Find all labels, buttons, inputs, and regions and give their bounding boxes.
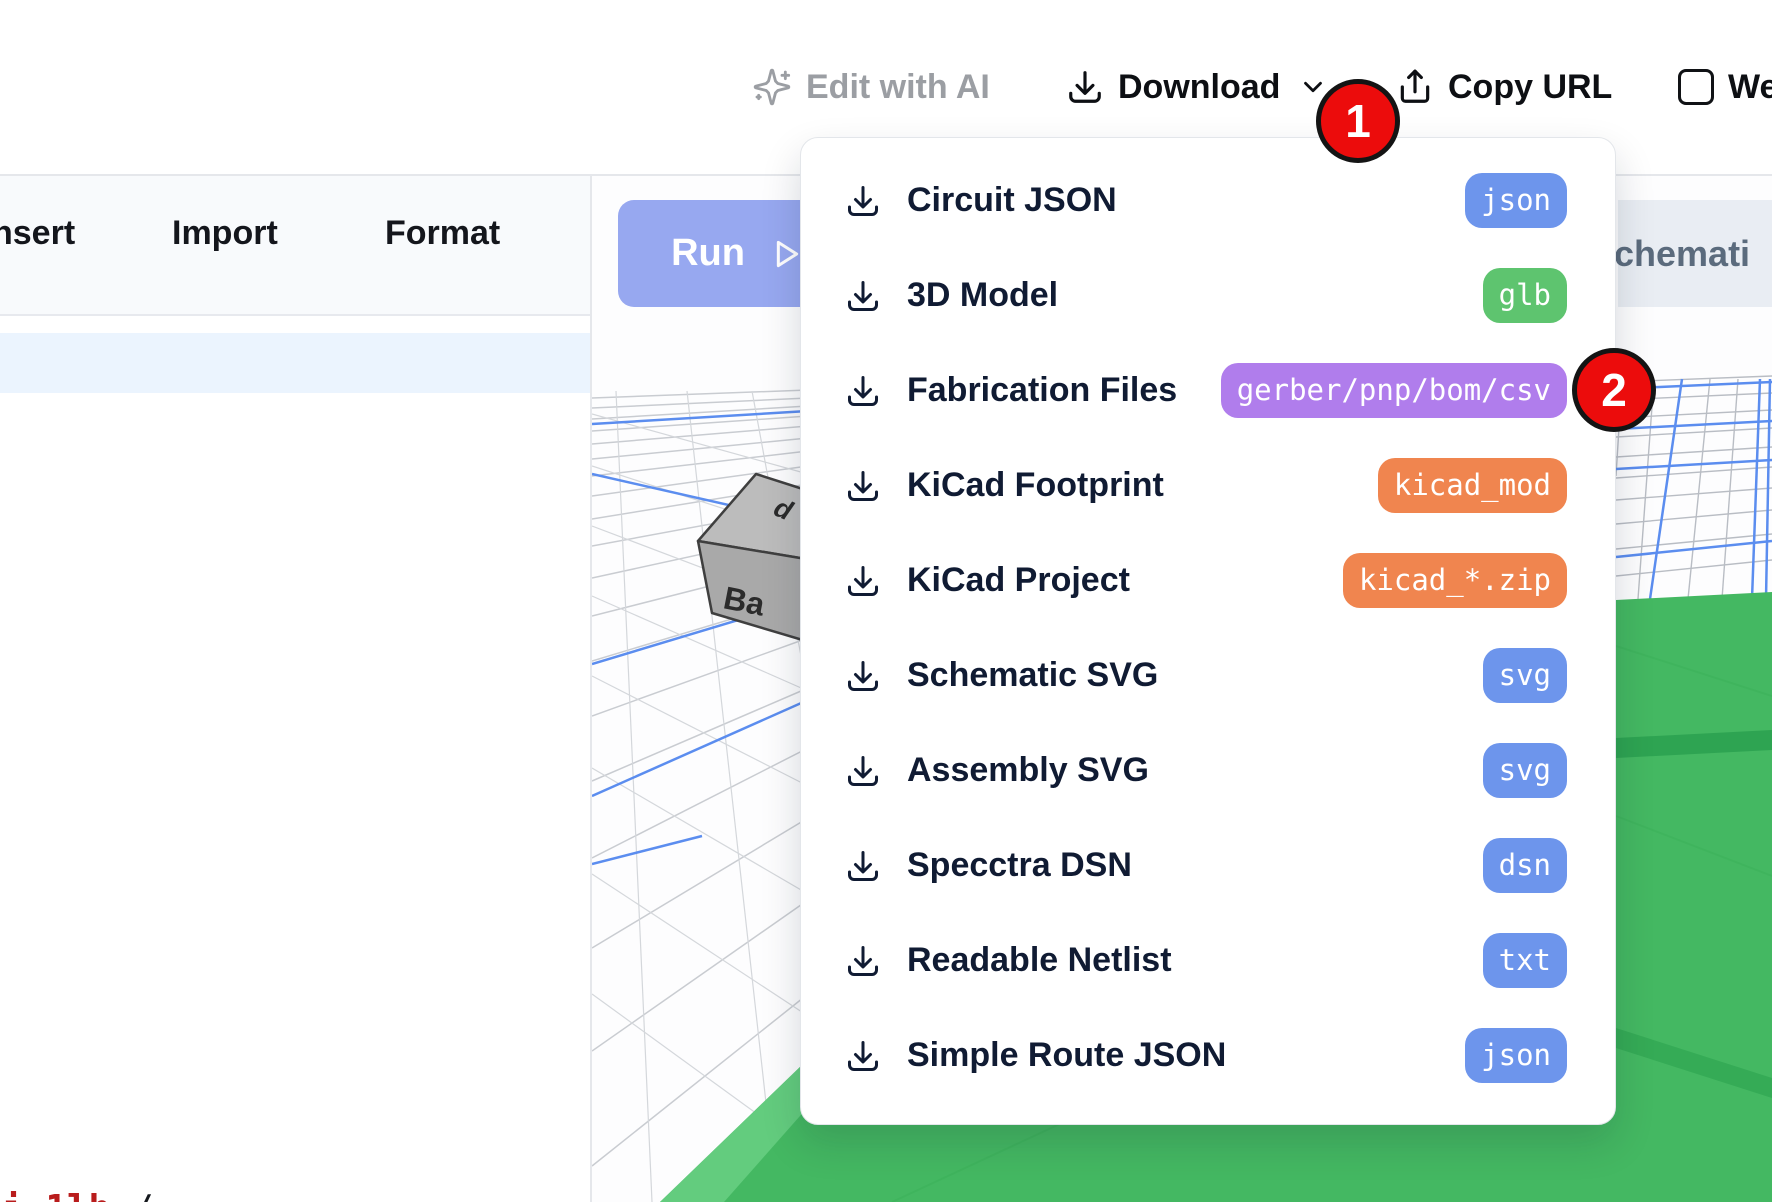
file-type-badge: svg xyxy=(1483,743,1567,798)
menu-item-assembly-svg[interactable]: Assembly SVG svg xyxy=(801,723,1615,818)
annotation-step-1-badge: 1 xyxy=(1316,79,1400,163)
file-type-badge: kicad_*.zip xyxy=(1343,553,1567,608)
download-icon xyxy=(845,1038,881,1074)
tab-schematic-fragment[interactable]: chemati xyxy=(1618,200,1772,307)
download-icon xyxy=(845,278,881,314)
menu-item-label: KiCad Footprint xyxy=(907,466,1378,505)
download-icon xyxy=(845,943,881,979)
checkbox-icon[interactable] xyxy=(1678,69,1714,105)
file-type-badge: txt xyxy=(1483,933,1567,988)
menu-item-label: Circuit JSON xyxy=(907,181,1465,220)
menu-item-kicad-project[interactable]: KiCad Project kicad_*.zip xyxy=(801,533,1615,628)
menubar-item-import[interactable]: Import xyxy=(172,214,278,253)
download-dropdown-menu: Circuit JSON json 3D Model glb Fabricati… xyxy=(800,137,1616,1125)
edit-with-ai-label: Edit with AI xyxy=(806,68,990,107)
box-front-label: Ba xyxy=(721,580,768,623)
download-icon xyxy=(845,563,881,599)
file-type-badge: kicad_mod xyxy=(1378,458,1567,513)
menu-item-label: Simple Route JSON xyxy=(907,1036,1465,1075)
file-type-badge: svg xyxy=(1483,648,1567,703)
code-fragment-slash: / xyxy=(132,1188,154,1202)
editor-menubar: nsert Import Format xyxy=(0,176,590,316)
menu-item-label: KiCad Project xyxy=(907,561,1343,600)
menu-item-readable-netlist[interactable]: Readable Netlist txt xyxy=(801,913,1615,1008)
tab-schematic-label: chemati xyxy=(1614,233,1750,275)
run-button-label: Run xyxy=(671,232,745,275)
download-icon xyxy=(845,658,881,694)
menu-item-label: Schematic SVG xyxy=(907,656,1483,695)
code-fragment: i 1lb / xyxy=(2,1188,154,1202)
menu-item-3d-model[interactable]: 3D Model glb xyxy=(801,248,1615,343)
sparkles-icon xyxy=(752,67,792,107)
menu-item-label: 3D Model xyxy=(907,276,1483,315)
code-editor-panel: nsert Import Format i 1lb / xyxy=(0,176,592,1202)
menubar-item-format[interactable]: Format xyxy=(385,214,500,253)
menu-item-circuit-json[interactable]: Circuit JSON json xyxy=(801,153,1615,248)
menu-item-specctra-dsn[interactable]: Specctra DSN dsn xyxy=(801,818,1615,913)
menu-item-kicad-footprint[interactable]: KiCad Footprint kicad_mod xyxy=(801,438,1615,533)
download-icon xyxy=(845,753,881,789)
webview-label-fragment: We xyxy=(1728,68,1772,107)
menu-item-label: Assembly SVG xyxy=(907,751,1483,790)
download-icon xyxy=(845,848,881,884)
editor-active-line-highlight[interactable] xyxy=(0,333,590,393)
menu-item-label: Fabrication Files xyxy=(907,371,1221,410)
download-icon xyxy=(1066,68,1104,106)
copy-url-label: Copy URL xyxy=(1448,68,1612,107)
code-fragment-red: i 1lb xyxy=(2,1188,110,1202)
file-type-badge: json xyxy=(1465,1028,1567,1083)
menu-item-schematic-svg[interactable]: Schematic SVG svg xyxy=(801,628,1615,723)
app-window: d Ba chemati Run nsert Import Format i 1… xyxy=(0,0,1772,1202)
download-icon xyxy=(845,468,881,504)
menu-item-simple-route-json[interactable]: Simple Route JSON json xyxy=(801,1008,1615,1103)
webview-toggle[interactable]: We xyxy=(1678,0,1772,174)
file-type-badge: glb xyxy=(1483,268,1567,323)
file-type-badge: json xyxy=(1465,173,1567,228)
download-icon xyxy=(845,183,881,219)
menu-item-label: Specctra DSN xyxy=(907,846,1483,885)
download-label: Download xyxy=(1118,68,1280,107)
menu-item-fabrication-files[interactable]: Fabrication Files gerber/pnp/bom/csv xyxy=(801,343,1615,438)
share-icon xyxy=(1396,68,1434,106)
annotation-step-2-badge: 2 xyxy=(1572,348,1656,432)
menu-item-label: Readable Netlist xyxy=(907,941,1483,980)
play-icon xyxy=(765,234,805,274)
menubar-item-insert[interactable]: nsert xyxy=(0,214,75,253)
download-icon xyxy=(845,373,881,409)
file-type-badge: gerber/pnp/bom/csv xyxy=(1221,363,1567,418)
file-type-badge: dsn xyxy=(1483,838,1567,893)
